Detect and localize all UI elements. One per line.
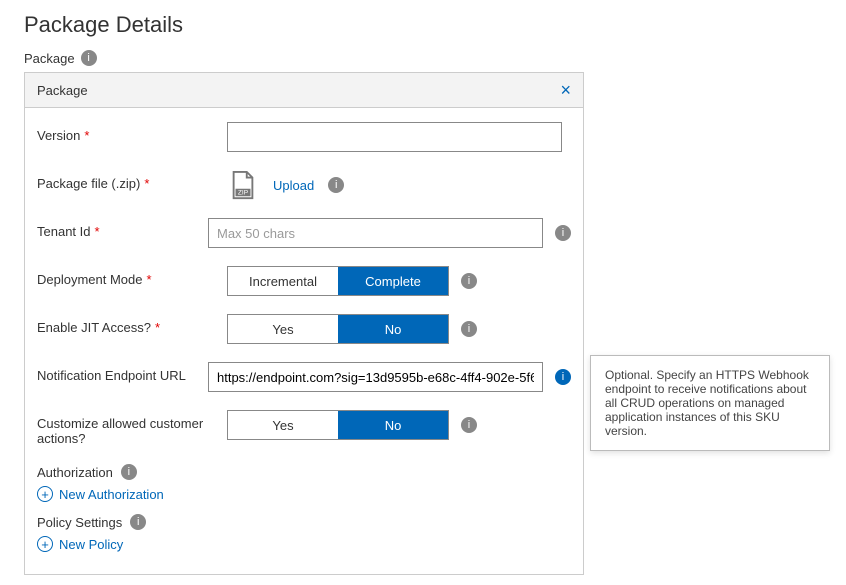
jit-no[interactable]: No <box>338 315 448 343</box>
info-icon[interactable]: i <box>461 273 477 289</box>
close-icon[interactable]: × <box>560 81 571 99</box>
custom-yes[interactable]: Yes <box>228 411 338 439</box>
tenant-label: Tenant Id <box>37 224 91 239</box>
package-subheading: Package <box>24 51 75 66</box>
version-input[interactable] <box>227 122 562 152</box>
endpoint-tooltip: Optional. Specify an HTTPS Webhook endpo… <box>590 355 830 451</box>
info-icon[interactable]: i <box>81 50 97 66</box>
endpoint-label: Notification Endpoint URL <box>37 368 186 383</box>
card-title: Package <box>37 83 88 98</box>
authorization-heading: Authorization <box>37 465 113 480</box>
info-icon[interactable]: i <box>555 369 571 385</box>
info-icon[interactable]: i <box>121 464 137 480</box>
add-policy-button[interactable]: + New Policy <box>37 536 571 552</box>
info-icon[interactable]: i <box>130 514 146 530</box>
tenant-input[interactable] <box>208 218 543 248</box>
info-icon[interactable]: i <box>555 225 571 241</box>
info-icon[interactable]: i <box>461 321 477 337</box>
custom-actions-toggle[interactable]: Yes No <box>227 410 449 440</box>
add-authorization-label: New Authorization <box>59 487 164 502</box>
policy-heading: Policy Settings <box>37 515 122 530</box>
deploy-label: Deployment Mode <box>37 272 143 287</box>
svg-text:ZIP: ZIP <box>238 189 249 196</box>
package-card: Package × Version* Package file (.zip)* … <box>24 72 584 575</box>
info-icon[interactable]: i <box>328 177 344 193</box>
packagefile-label: Package file (.zip) <box>37 176 140 191</box>
zip-file-icon: ZIP <box>227 170 259 200</box>
add-authorization-button[interactable]: + New Authorization <box>37 486 571 502</box>
custom-label: Customize allowed customer actions? <box>37 416 227 446</box>
info-icon[interactable]: i <box>461 417 477 433</box>
endpoint-input[interactable] <box>208 362 543 392</box>
deployment-mode-toggle[interactable]: Incremental Complete <box>227 266 449 296</box>
plus-icon: + <box>37 486 53 502</box>
version-label: Version <box>37 128 80 143</box>
plus-icon: + <box>37 536 53 552</box>
custom-no[interactable]: No <box>338 411 448 439</box>
add-policy-label: New Policy <box>59 537 123 552</box>
upload-link[interactable]: Upload <box>273 178 314 193</box>
jit-toggle[interactable]: Yes No <box>227 314 449 344</box>
deploy-incremental[interactable]: Incremental <box>228 267 338 295</box>
jit-yes[interactable]: Yes <box>228 315 338 343</box>
jit-label: Enable JIT Access? <box>37 320 151 335</box>
deploy-complete[interactable]: Complete <box>338 267 448 295</box>
page-title: Package Details <box>24 12 822 38</box>
